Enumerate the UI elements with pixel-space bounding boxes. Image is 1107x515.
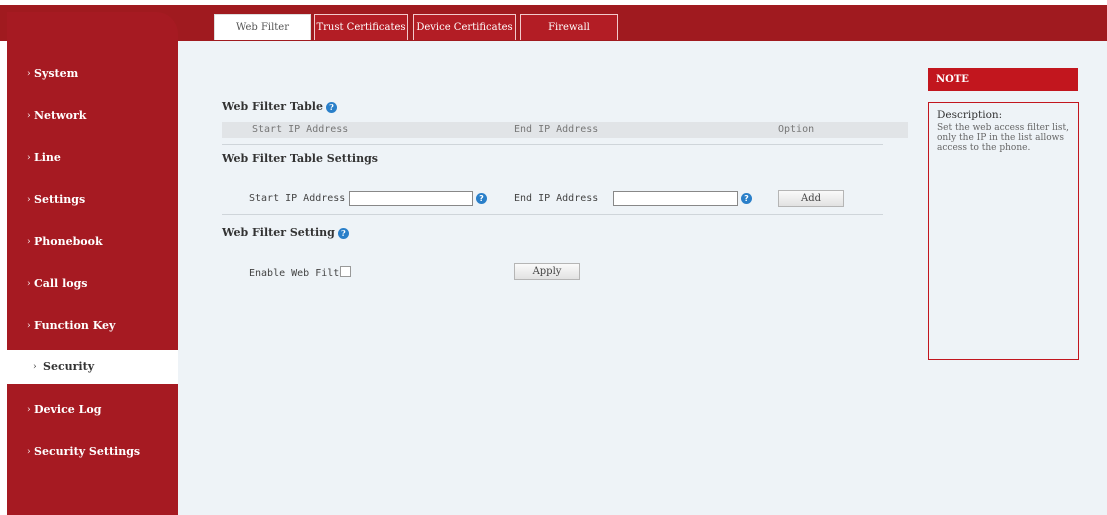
sidebar-item-network[interactable]: › Network <box>7 101 178 131</box>
sidebar-item-line[interactable]: › Line <box>7 143 178 173</box>
chevron-right-icon: › <box>27 321 31 331</box>
apply-button[interactable]: Apply <box>514 263 580 280</box>
sidebar-item-label: Settings <box>34 193 86 206</box>
sidebar-item-label: Phonebook <box>34 235 103 248</box>
sidebar-item-label: Function Key <box>34 319 116 332</box>
sidebar-item-function-key[interactable]: › Function Key <box>7 311 178 341</box>
divider <box>222 214 883 215</box>
chevron-right-icon: › <box>27 447 31 457</box>
note-title: Description: <box>937 109 1003 121</box>
column-header-start-ip: Start IP Address <box>252 124 349 135</box>
web-filter-table-header: Start IP Address End IP Address Option <box>222 122 908 138</box>
help-icon[interactable]: ? <box>476 193 487 204</box>
tab-firewall[interactable]: Firewall <box>520 14 618 40</box>
end-ip-label: End IP Address <box>514 193 599 204</box>
tab-web-filter[interactable]: Web Filter <box>214 14 311 40</box>
chevron-right-icon: › <box>27 279 31 289</box>
section-title-text: Web Filter Table <box>222 100 323 113</box>
divider <box>222 144 883 145</box>
sidebar-item-label: Security <box>43 360 95 373</box>
sidebar-item-security[interactable]: › Security <box>7 350 178 384</box>
chevron-right-icon: › <box>27 405 31 415</box>
sidebar-item-label: System <box>34 67 79 80</box>
help-icon[interactable]: ? <box>741 193 752 204</box>
web-filter-table-settings-title: Web Filter Table Settings <box>222 152 378 165</box>
web-filter-table-title: Web Filter Table? <box>222 100 337 113</box>
sidebar-item-label: Device Log <box>34 403 102 416</box>
tab-device-certificates[interactable]: Device Certificates <box>413 14 516 40</box>
sidebar-item-label: Line <box>34 151 61 164</box>
column-header-end-ip: End IP Address <box>514 124 599 135</box>
chevron-right-icon: › <box>27 69 31 79</box>
sidebar-item-call-logs[interactable]: › Call logs <box>7 269 178 299</box>
web-filter-setting-title: Web Filter Setting? <box>222 226 349 239</box>
help-icon[interactable]: ? <box>325 101 337 113</box>
end-ip-input[interactable] <box>613 191 738 206</box>
chevron-right-icon: › <box>33 362 37 372</box>
sidebar-item-label: Call logs <box>34 277 88 290</box>
chevron-right-icon: › <box>27 195 31 205</box>
sidebar-item-label: Network <box>34 109 87 122</box>
note-panel: Description: Set the web access filter l… <box>928 102 1079 360</box>
enable-web-filter-checkbox[interactable] <box>340 266 351 277</box>
tab-trust-certificates[interactable]: Trust Certificates <box>314 14 408 40</box>
note-header: NOTE <box>928 68 1078 91</box>
start-ip-input[interactable] <box>349 191 473 206</box>
help-icon[interactable]: ? <box>337 227 349 239</box>
sidebar-item-system[interactable]: › System <box>7 59 178 89</box>
add-button[interactable]: Add <box>778 190 844 207</box>
chevron-right-icon: › <box>27 111 31 121</box>
enable-web-filter-label: Enable Web Filter <box>249 268 352 279</box>
sidebar-item-label: Security Settings <box>34 445 141 458</box>
chevron-right-icon: › <box>27 237 31 247</box>
note-text: Set the web access filter list, only the… <box>937 123 1069 153</box>
column-header-option: Option <box>778 124 815 135</box>
start-ip-label: Start IP Address <box>249 193 346 204</box>
sidebar-item-phonebook[interactable]: › Phonebook <box>7 227 178 257</box>
sidebar-item-settings[interactable]: › Settings <box>7 185 178 215</box>
chevron-right-icon: › <box>27 153 31 163</box>
sidebar-item-security-settings[interactable]: › Security Settings <box>7 437 178 467</box>
section-title-text: Web Filter Setting <box>222 226 335 239</box>
sidebar-item-device-log[interactable]: › Device Log <box>7 395 178 425</box>
